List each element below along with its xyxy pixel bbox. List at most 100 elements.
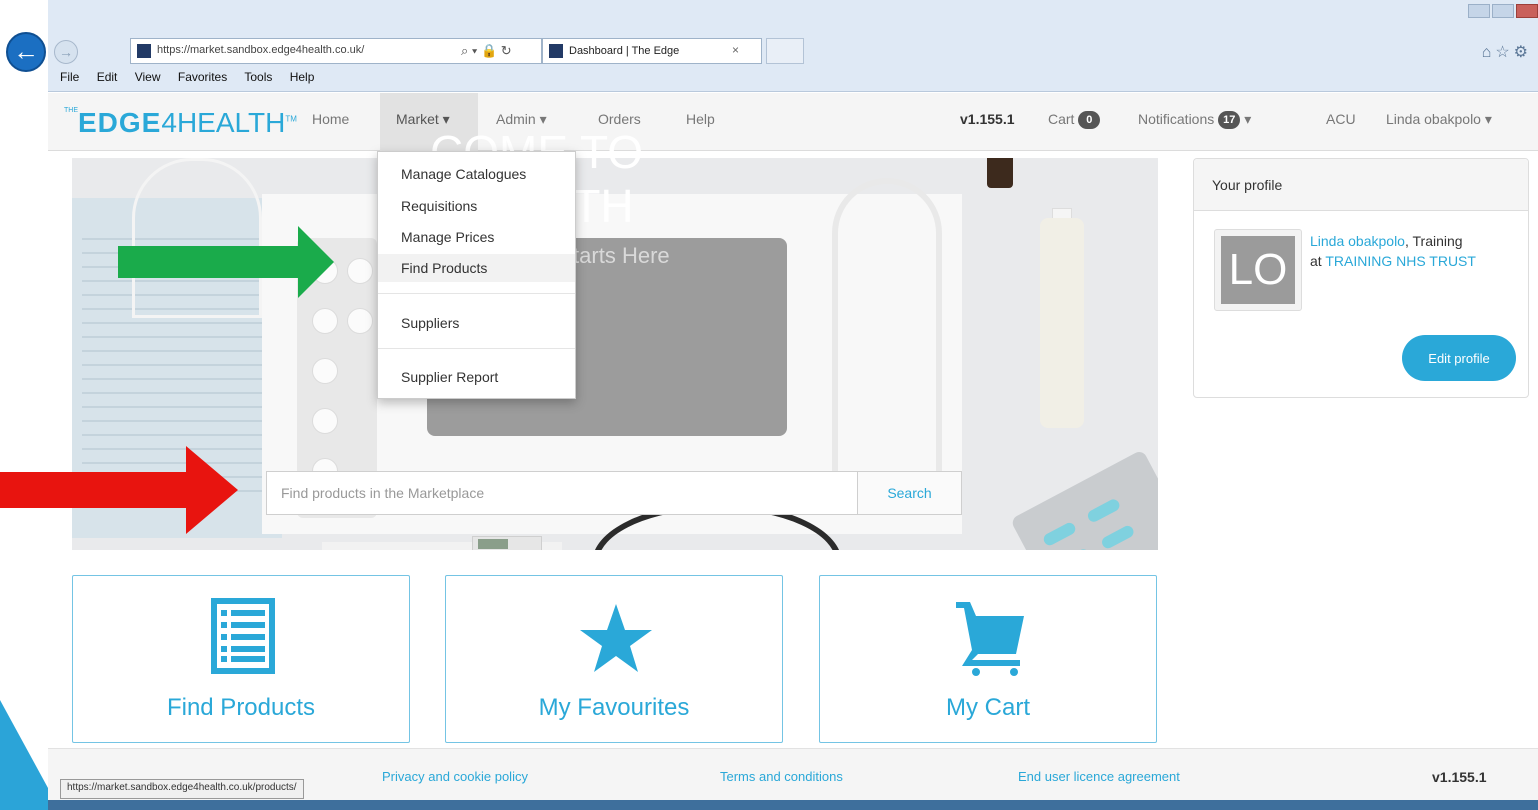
- address-bar[interactable]: https://market.sandbox.edge4health.co.uk…: [130, 38, 542, 64]
- brand-four: 4: [161, 107, 177, 138]
- menu-item-manage-catalogues[interactable]: Manage Catalogues: [378, 160, 575, 188]
- pill-image: [312, 308, 338, 334]
- profile-role: , Training: [1404, 233, 1463, 249]
- screen: ⌂☆⚙ ← → https://market.sandbox.edge4heal…: [0, 0, 1538, 810]
- menu-item-requisitions[interactable]: Requisitions: [378, 192, 575, 220]
- notifications-count-badge: 17: [1218, 111, 1241, 130]
- menu-file[interactable]: File: [60, 70, 79, 84]
- profile-name-link[interactable]: Linda obakpolo: [1310, 233, 1405, 249]
- chevron-down-icon: ▾: [1244, 111, 1252, 127]
- tile-label: My Cart: [946, 694, 1030, 721]
- tile-my-cart[interactable]: My Cart: [819, 575, 1157, 743]
- new-tab-button[interactable]: [766, 38, 804, 64]
- nav-user-menu[interactable]: Linda obakpolo ▾: [1386, 111, 1492, 128]
- hero-bottle: [987, 158, 1013, 188]
- back-button[interactable]: ←: [6, 32, 46, 72]
- nav-notifications[interactable]: Notifications 17 ▾: [1138, 111, 1252, 130]
- pill-image: [312, 408, 338, 434]
- marketplace-search: Search: [266, 471, 962, 515]
- browser-tab[interactable]: Dashboard | The Edge ×: [542, 38, 762, 64]
- browser-menubar: File Edit View Favorites Tools Help: [60, 70, 328, 84]
- menu-divider: [378, 348, 575, 349]
- star-icon: [580, 604, 652, 672]
- os-taskbar: [48, 800, 1538, 810]
- minimize-button[interactable]: [1468, 4, 1490, 18]
- list-icon: [211, 598, 275, 674]
- menu-item-find-products[interactable]: Find Products: [378, 254, 575, 282]
- window-controls: [1466, 4, 1538, 21]
- window-close-button[interactable]: [1516, 4, 1538, 18]
- tab-favicon-icon: [549, 44, 563, 58]
- pill-image: [347, 308, 373, 334]
- nav-notifications-label: Notifications: [1138, 111, 1215, 127]
- footer-eula-link[interactable]: End user licence agreement: [1018, 769, 1180, 784]
- brand-logo[interactable]: THEEDGE4HEALTHTM: [64, 107, 297, 139]
- profile-summary: Linda obakpolo, Training at TRAINING NHS…: [1310, 231, 1520, 271]
- capsule-image: [1055, 547, 1092, 550]
- browser-status-url: https://market.sandbox.edge4health.co.uk…: [60, 779, 304, 799]
- address-bar-controls[interactable]: ⌕ ▾ 🔒 ↻: [461, 43, 512, 59]
- footer-version: v1.155.1: [1432, 769, 1487, 785]
- hero-ointment-tube: [1040, 218, 1084, 428]
- nav-version: v1.155.1: [960, 111, 1015, 127]
- site-favicon-icon: [137, 44, 151, 58]
- menu-item-manage-prices[interactable]: Manage Prices: [378, 223, 575, 251]
- home-icon[interactable]: ⌂: [1482, 44, 1496, 61]
- nav-acu[interactable]: ACU: [1326, 111, 1356, 127]
- footer-privacy-link[interactable]: Privacy and cookie policy: [382, 769, 528, 784]
- back-arrow-icon: ←: [13, 36, 39, 66]
- forward-button[interactable]: →: [54, 40, 78, 64]
- tab-title: Dashboard | The Edge: [569, 45, 680, 57]
- green-arrow-annotation: [118, 226, 334, 298]
- nav-home[interactable]: Home: [312, 111, 349, 127]
- nav-cart-label: Cart: [1048, 111, 1075, 127]
- avatar: LO: [1214, 229, 1302, 311]
- favorites-star-icon[interactable]: ☆: [1495, 44, 1513, 61]
- avatar-initials: LO: [1221, 236, 1295, 304]
- search-button[interactable]: Search: [857, 472, 961, 514]
- maximize-button[interactable]: [1492, 4, 1514, 18]
- menu-view[interactable]: View: [135, 70, 161, 84]
- menu-item-supplier-report[interactable]: Supplier Report: [378, 363, 575, 391]
- profile-heading: Your profile: [1212, 177, 1283, 193]
- capsule-image: [1041, 520, 1078, 548]
- pill-image: [347, 258, 373, 284]
- menu-divider: [378, 293, 575, 294]
- app-navbar: THEEDGE4HEALTHTM Home Market ▾ Admin ▾ O…: [48, 93, 1538, 151]
- profile-org-link[interactable]: TRAINING NHS TRUST: [1325, 253, 1476, 269]
- settings-gear-icon[interactable]: ⚙: [1514, 44, 1532, 61]
- profile-panel-header: Your profile: [1194, 159, 1528, 211]
- address-url: https://market.sandbox.edge4health.co.uk…: [157, 44, 365, 56]
- edit-profile-button[interactable]: Edit profile: [1402, 335, 1516, 381]
- pill-image: [312, 358, 338, 384]
- browser-quick-icons: ⌂☆⚙: [1482, 42, 1532, 62]
- nav-cart[interactable]: Cart 0: [1048, 111, 1101, 130]
- tile-my-favourites[interactable]: My Favourites: [445, 575, 783, 743]
- hero-capsule-blister: [1009, 449, 1158, 550]
- menu-favorites[interactable]: Favorites: [178, 70, 227, 84]
- tile-label: Find Products: [166, 694, 316, 721]
- capsule-image: [1099, 523, 1136, 550]
- menu-item-suppliers[interactable]: Suppliers: [378, 309, 575, 337]
- tile-find-products[interactable]: Find Products: [72, 575, 410, 743]
- capsule-image: [1085, 497, 1122, 524]
- cart-icon: [956, 602, 1024, 676]
- search-input[interactable]: [267, 472, 857, 514]
- brand-prefix: THE: [64, 107, 78, 114]
- footer-terms-link[interactable]: Terms and conditions: [720, 769, 843, 784]
- forward-arrow-icon: →: [59, 44, 73, 60]
- tab-close-icon[interactable]: ×: [732, 43, 739, 57]
- hero-thermometer-screen: [478, 539, 508, 549]
- menu-edit[interactable]: Edit: [97, 70, 118, 84]
- profile-at: at: [1310, 253, 1326, 269]
- tile-label: My Favourites: [538, 694, 690, 721]
- market-dropdown-menu: Manage Catalogues Requisitions Manage Pr…: [377, 151, 576, 399]
- profile-panel: Your profile LO Linda obakpolo, Training…: [1193, 158, 1529, 398]
- menu-tools[interactable]: Tools: [244, 70, 272, 84]
- red-arrow-annotation: [0, 446, 238, 534]
- hero-stethoscope-tube: [832, 178, 942, 478]
- menu-help[interactable]: Help: [290, 70, 315, 84]
- cart-count-badge: 0: [1078, 111, 1101, 130]
- brand-edge: EDGE: [78, 107, 162, 138]
- brand-tm: TM: [285, 114, 297, 124]
